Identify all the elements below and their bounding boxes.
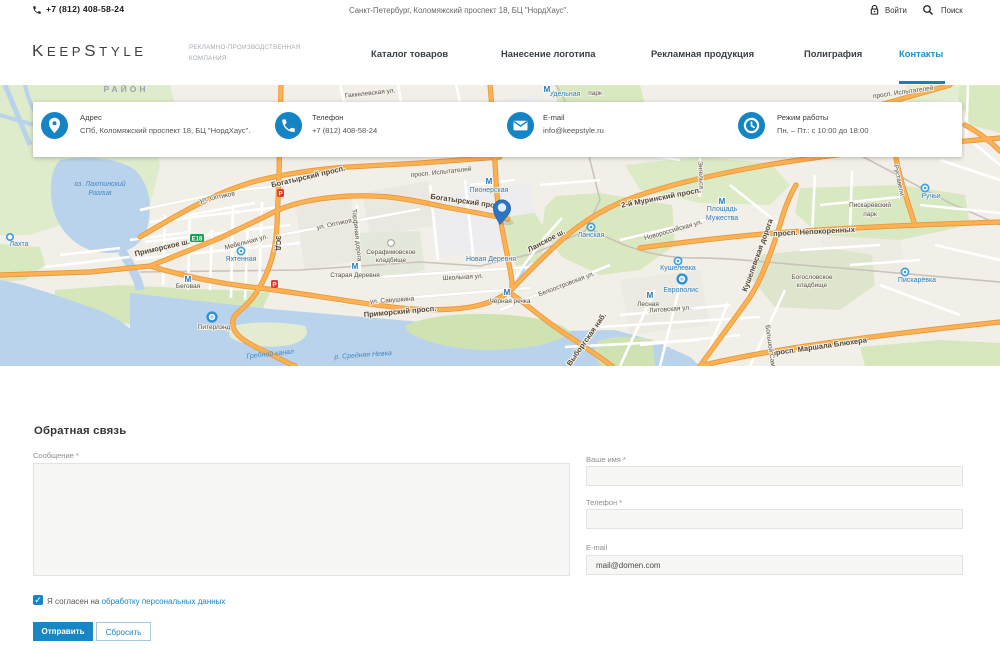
svg-text:кладбище: кладбище [376,256,407,264]
svg-text:Площадь: Площадь [707,206,738,213]
svg-text:E18: E18 [192,237,203,243]
svg-text:парк: парк [588,90,602,97]
svg-text:М: М [486,177,493,186]
svg-text:М: М [544,85,551,94]
svg-text:парк: парк [863,211,877,218]
svg-text:М: М [647,291,654,300]
svg-text:оз. Лахтинский: оз. Лахтинский [74,180,125,188]
svg-text:Лахта: Лахта [10,241,29,248]
svg-text:Новая Деревня: Новая Деревня [466,256,516,263]
svg-text:Лесная: Лесная [637,301,659,308]
svg-text:P: P [272,283,276,289]
svg-text:Энгельса: Энгельса [696,161,704,190]
svg-text:Чёрная речка: Чёрная речка [489,298,530,305]
svg-text:М: М [504,288,511,297]
svg-text:кладбище: кладбище [797,281,828,289]
svg-text:Яхтенная: Яхтенная [226,256,257,263]
svg-text:Беговая: Беговая [176,283,201,290]
svg-text:РАЙОН: РАЙОН [104,85,149,94]
svg-text:Пискарёвка: Пискарёвка [898,277,936,284]
svg-text:М: М [719,197,726,206]
svg-text:Пискарёвский: Пискарёвский [849,201,891,209]
svg-text:Кушелевка: Кушелевка [660,265,696,272]
svg-text:Пионерская: Пионерская [470,187,509,194]
svg-text:М: М [185,275,192,284]
svg-text:Удельная: Удельная [550,91,581,98]
svg-text:Разлив: Разлив [88,190,111,197]
svg-text:М: М [352,262,359,271]
svg-text:Европолис: Европолис [663,287,699,294]
svg-text:Питерлэнд: Питерлэнд [198,324,231,331]
svg-text:Ручьи: Ручьи [921,193,940,200]
svg-text:Ланская: Ланская [578,232,605,239]
svg-text:Серафимовское: Серафимовское [366,249,416,256]
svg-text:Богословское: Богословское [791,274,833,281]
svg-text:P: P [278,192,282,198]
svg-text:Мужества: Мужества [706,215,738,222]
svg-text:Старая Деревня: Старая Деревня [330,272,380,279]
svg-text:ЗСД: ЗСД [274,235,283,251]
